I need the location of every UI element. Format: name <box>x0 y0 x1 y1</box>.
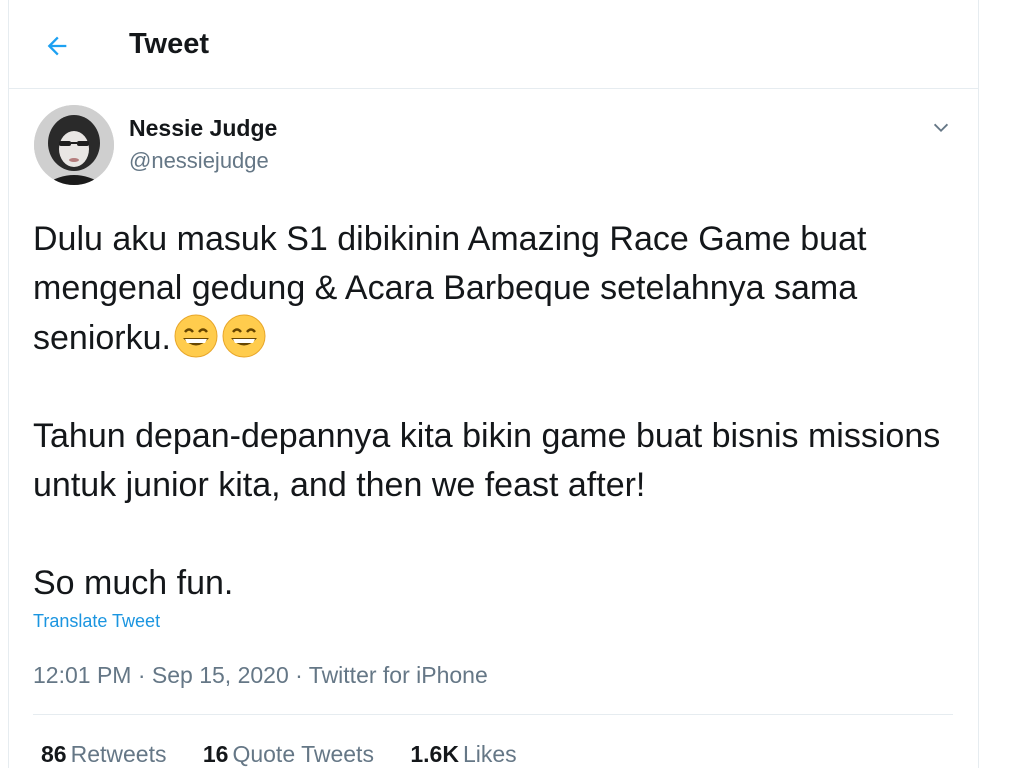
grinning-face-icon <box>222 314 266 358</box>
retweets-stat[interactable]: 86 Retweets <box>41 741 166 768</box>
quote-tweets-label: Quote Tweets <box>232 741 374 767</box>
retweets-label: Retweets <box>70 741 167 767</box>
arrow-left-icon <box>47 36 67 56</box>
tweet-meta: 12:01 PM · Sep 15, 2020 · Twitter for iP… <box>33 662 488 689</box>
page-title: Tweet <box>129 28 210 60</box>
tweet-paragraph-text: Dulu aku masuk S1 dibikinin Amazing Race… <box>33 220 867 357</box>
page-header: Tweet <box>9 0 978 89</box>
chevron-down-icon <box>933 123 949 133</box>
tweet-text: Dulu aku masuk S1 dibikinin Amazing Race… <box>33 215 953 608</box>
likes-stat[interactable]: 1.6K Likes <box>410 741 516 768</box>
meta-separator: · <box>295 662 303 688</box>
quote-tweets-stat[interactable]: 16 Quote Tweets <box>203 741 374 768</box>
retweets-count: 86 <box>41 741 67 767</box>
tweet-paragraph: Tahun depan-depannya kita bikin game bua… <box>33 417 941 504</box>
avatar[interactable] <box>34 105 114 185</box>
back-button[interactable] <box>35 24 79 68</box>
tweet-paragraph: So much fun. <box>33 564 234 602</box>
author-name[interactable]: Nessie Judge <box>129 115 277 142</box>
likes-label: Likes <box>462 741 517 767</box>
tweet-date[interactable]: Sep 15, 2020 <box>152 662 289 688</box>
quote-tweets-count: 16 <box>202 741 229 767</box>
tweet-column: Tweet Nessie Judge @nessiejudge Dulu aku… <box>8 0 979 768</box>
translate-tweet-link[interactable]: Translate Tweet <box>33 611 160 632</box>
more-options-button[interactable] <box>925 112 957 144</box>
meta-separator: · <box>137 662 146 688</box>
tweet-source[interactable]: Twitter for iPhone <box>309 662 488 688</box>
tweet-stats: 86 Retweets 16 Quote Tweets 1.6K Likes <box>41 741 547 768</box>
avatar-image <box>34 105 114 185</box>
grinning-face-icon <box>174 314 218 358</box>
likes-count: 1.6K <box>410 741 459 767</box>
divider <box>33 714 953 715</box>
tweet-time[interactable]: 12:01 PM <box>33 662 131 688</box>
author-handle[interactable]: @nessiejudge <box>129 148 269 174</box>
tweet-paragraph: Dulu aku masuk S1 dibikinin Amazing Race… <box>33 215 953 363</box>
